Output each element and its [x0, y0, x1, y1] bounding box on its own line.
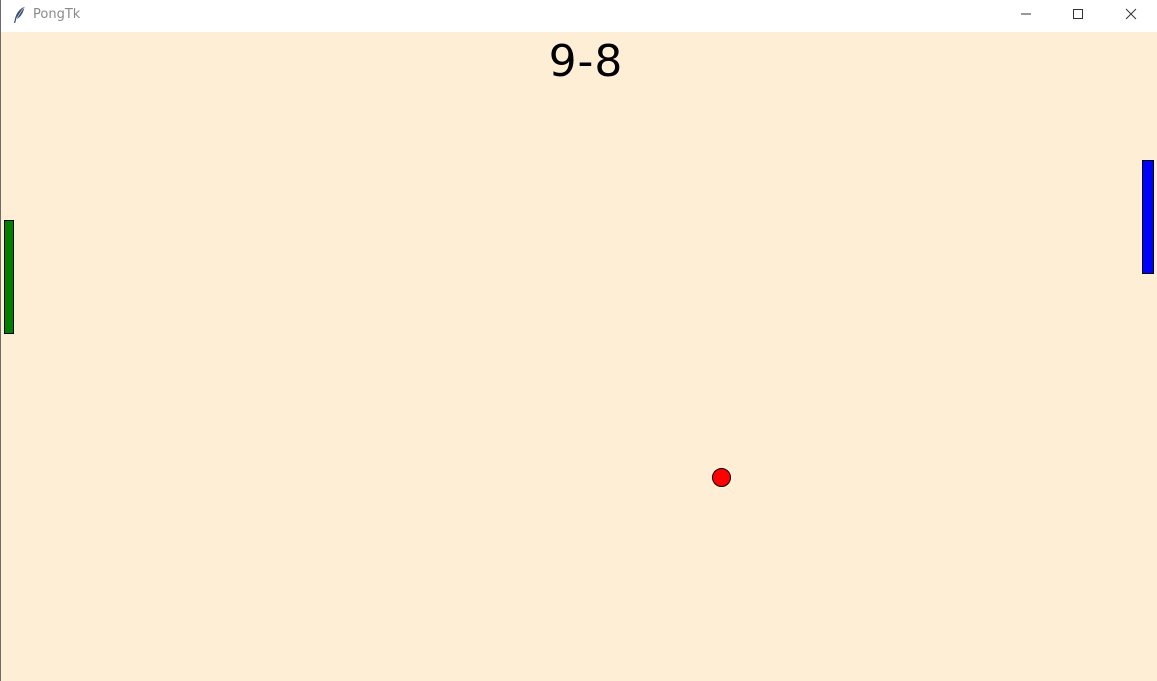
score-display: 9-8: [548, 36, 624, 87]
window-title: PongTk: [33, 7, 81, 22]
app-window: PongTk 9-8: [0, 0, 1157, 681]
left-paddle: [4, 220, 14, 334]
minimize-button[interactable]: [1003, 0, 1049, 31]
maximize-button[interactable]: [1055, 0, 1101, 31]
minimize-icon: [1020, 7, 1032, 25]
title-bar[interactable]: PongTk: [1, 0, 1157, 31]
ball: [712, 468, 731, 487]
close-button[interactable]: [1108, 0, 1154, 31]
maximize-icon: [1072, 7, 1084, 25]
close-icon: [1125, 7, 1137, 25]
game-canvas[interactable]: 9-8: [1, 32, 1157, 681]
feather-icon: [12, 6, 26, 24]
right-paddle: [1142, 160, 1154, 274]
